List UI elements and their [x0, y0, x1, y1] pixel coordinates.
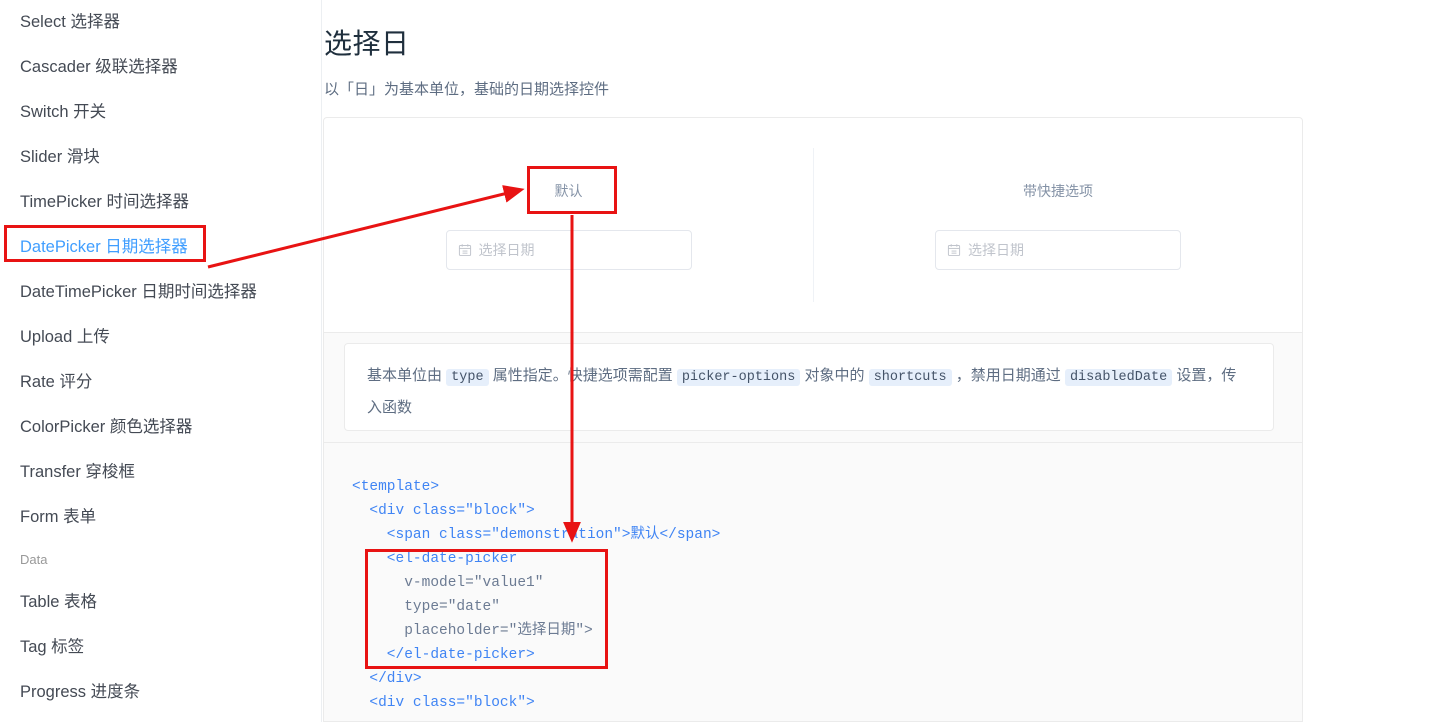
sidebar-item-timepicker[interactable]: TimePicker 时间选择器	[0, 180, 321, 225]
inline-code-disableddate: disabledDate	[1064, 369, 1173, 386]
code-line-8: </el-date-picker>	[352, 647, 535, 663]
demo-label-shortcuts: 带快捷选项	[1023, 183, 1093, 199]
sidebar-item-progress[interactable]: Progress 进度条	[0, 670, 321, 715]
usage-description-box: 基本单位由 type 属性指定。快捷选项需配置 picker-options 对…	[344, 343, 1274, 431]
inline-code-type: type	[446, 369, 489, 386]
sidebar: Select 选择器 Cascader 级联选择器 Switch 开关 Slid…	[0, 0, 322, 722]
main-content: 选择日 以「日」为基本单位，基础的日期选择控件 默认 选择日期 带快捷选项 选择…	[322, 0, 1453, 722]
code-line-7: placeholder="选择日期">	[352, 623, 593, 639]
page-description: 以「日」为基本单位，基础的日期选择控件	[324, 81, 610, 98]
sidebar-item-datetimepicker[interactable]: DateTimePicker 日期时间选择器	[0, 270, 321, 315]
demo-column-default: 默认 选择日期	[324, 118, 813, 332]
code-line-5: v-model="value1"	[352, 575, 544, 591]
inline-code-picker-options: picker-options	[676, 369, 801, 386]
code-line-1: <template>	[352, 479, 440, 495]
sidebar-item-tag[interactable]: Tag 标签	[0, 625, 321, 670]
sidebar-item-transfer[interactable]: Transfer 穿梭框	[0, 450, 321, 495]
page-title: 选择日	[324, 28, 410, 59]
demo-card: 默认 选择日期 带快捷选项 选择日期	[323, 117, 1303, 333]
usage-text-2: 属性指定。快捷选项需配置	[488, 367, 677, 384]
sidebar-item-table[interactable]: Table 表格	[0, 580, 321, 625]
sidebar-item-form[interactable]: Form 表单	[0, 495, 321, 540]
calendar-icon	[947, 243, 961, 257]
sidebar-item-switch[interactable]: Switch 开关	[0, 90, 321, 135]
date-input-shortcuts[interactable]: 选择日期	[935, 230, 1181, 270]
sidebar-nav-list: Select 选择器 Cascader 级联选择器 Switch 开关 Slid…	[0, 0, 321, 715]
code-sample-block: <template> <div class="block"> <span cla…	[323, 443, 1303, 722]
calendar-icon	[458, 243, 472, 257]
sidebar-item-cascader[interactable]: Cascader 级联选择器	[0, 45, 321, 90]
code-line-2: <div class="block">	[352, 503, 535, 519]
sidebar-item-select[interactable]: Select 选择器	[0, 0, 321, 45]
sidebar-group-data: Data	[20, 552, 48, 567]
sidebar-item-rate[interactable]: Rate 评分	[0, 360, 321, 405]
code-line-9: </div>	[352, 671, 422, 687]
inline-code-shortcuts: shortcuts	[868, 369, 952, 386]
usage-text-3: 对象中的	[800, 367, 869, 384]
sidebar-item-colorpicker[interactable]: ColorPicker 颜色选择器	[0, 405, 321, 450]
usage-text-1: 基本单位由	[367, 367, 447, 384]
code-line-10: <div class="block">	[352, 695, 535, 711]
code-line-3: <span class="demonstration">默认</span>	[352, 527, 721, 543]
demo-column-shortcuts: 带快捷选项 选择日期	[813, 148, 1302, 302]
usage-text-4: ，禁用日期通过	[951, 367, 1065, 384]
code-line-4: <el-date-picker	[352, 551, 518, 567]
page-root: Select 选择器 Cascader 级联选择器 Switch 开关 Slid…	[0, 0, 1453, 722]
date-input-default[interactable]: 选择日期	[445, 230, 692, 270]
code-line-6: type="date"	[352, 599, 500, 615]
demo-label-default: 默认	[554, 183, 583, 199]
sidebar-item-upload[interactable]: Upload 上传	[0, 315, 321, 360]
date-input-placeholder-shortcuts: 选择日期	[968, 242, 1024, 258]
date-input-placeholder-default: 选择日期	[478, 242, 535, 258]
usage-description-section: 基本单位由 type 属性指定。快捷选项需配置 picker-options 对…	[323, 333, 1303, 443]
sidebar-item-slider[interactable]: Slider 滑块	[0, 135, 321, 180]
sidebar-item-datepicker[interactable]: DatePicker 日期选择器	[0, 225, 321, 270]
demo-row: 默认 选择日期 带快捷选项 选择日期	[324, 118, 1302, 332]
